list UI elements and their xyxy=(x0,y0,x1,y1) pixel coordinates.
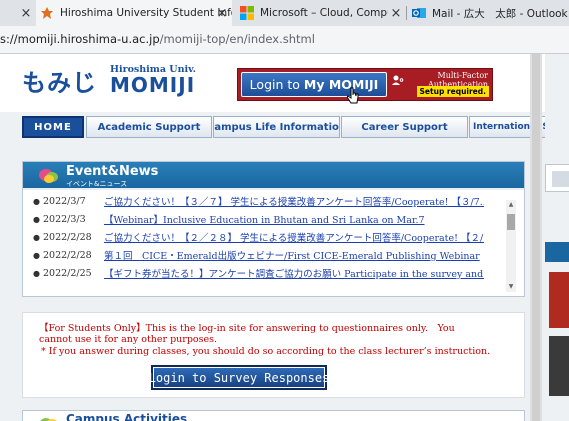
news-date: 2022/3/3 xyxy=(43,213,86,225)
tab-close-button[interactable]: × xyxy=(388,0,406,26)
news-link[interactable]: ご協力ください！【３／７】 学生による授業改善アンケート回答率/Cooperat… xyxy=(104,194,484,208)
news-link[interactable]: 【Webinar】Inclusive Education in Bhutan a… xyxy=(104,212,425,226)
right-sidebar xyxy=(545,54,569,421)
close-icon[interactable]: × xyxy=(18,6,34,21)
browser-tab-momiji[interactable]: Hiroshima University Student Infor xyxy=(36,0,232,26)
url-path: /momiji-top/en/index.shtml xyxy=(159,32,315,46)
notice-students-only: 【For Students Only】This is the log-in si… xyxy=(39,323,455,345)
bullet-icon: ● xyxy=(33,232,40,242)
list-item: ● 2022/3/7 ご協力ください！【３／７】 学生による授業改善アンケート回… xyxy=(23,192,503,210)
notice-class-instruction: * If you answer during classes, you shou… xyxy=(41,346,491,357)
page-scrollbar[interactable] xyxy=(530,54,542,421)
main-nav: HOME Academic Support Campus Life Inform… xyxy=(0,116,569,138)
login-survey-button[interactable]: Login to Survey Responses xyxy=(149,365,329,390)
nav-campus-life[interactable]: Campus Life Information xyxy=(213,116,340,138)
sidebar-banner[interactable] xyxy=(549,272,569,328)
mouse-pointer-icon xyxy=(346,87,361,109)
event-news-header: Event&News イベント&ニュース xyxy=(23,162,524,190)
event-news-title: Event&News xyxy=(66,164,159,179)
nav-career-support[interactable]: Career Support xyxy=(341,116,468,138)
bullet-icon: ● xyxy=(33,250,40,260)
news-date: 2022/2/25 xyxy=(43,267,92,279)
login-banner: Login to My MOMIJI Multi-Factor Authentic… xyxy=(237,68,493,101)
tab-title: Microsoft – Cloud, Computers, Ap xyxy=(260,7,388,19)
momiji-logo[interactable]: もみじ Hiroshima Univ. MOMIJI xyxy=(22,64,196,98)
speech-bubble-icon xyxy=(39,415,59,421)
page-content: もみじ Hiroshima Univ. MOMIJI Login to My MO… xyxy=(0,54,569,421)
outlook-icon xyxy=(412,6,426,20)
bullet-icon: ● xyxy=(33,214,40,224)
close-icon[interactable]: × xyxy=(214,6,230,21)
news-date: 2022/2/28 xyxy=(43,249,92,261)
url-text[interactable]: s://momiji.hiroshima-u.ac.jp/momiji-top/… xyxy=(0,32,315,46)
news-link[interactable]: 第１回 CICE・Emerald出版ウェビナー/First CICE-Emera… xyxy=(104,248,480,262)
campus-activities-title: Campus Activities xyxy=(66,412,188,421)
sidebar-header xyxy=(545,242,569,262)
mfa-line1: Multi-Factor xyxy=(437,71,489,80)
tab-title: Hiroshima University Student Infor xyxy=(60,7,232,19)
speech-bubble-icon xyxy=(39,168,59,184)
list-item: ● 2022/2/25 【ギフト券が当たる！】アンケート調査ご協力のお願い Pa… xyxy=(23,264,503,282)
url-domain: s://momiji.hiroshima-u.ac.jp xyxy=(0,32,160,46)
user-key-icon xyxy=(392,74,404,86)
tab-separator xyxy=(406,6,407,20)
scroll-down-icon[interactable]: ▼ xyxy=(506,282,516,292)
list-item: ● 2022/2/28 ご協力ください！【２／２８】 学生による授業改善アンケー… xyxy=(23,228,503,246)
site-header: もみじ Hiroshima Univ. MOMIJI Login to My MO… xyxy=(0,54,569,112)
tab-close-button[interactable]: × xyxy=(214,0,236,26)
news-link[interactable]: ご協力ください！【２／２８】 学生による授業改善アンケート回答率/Coopera… xyxy=(104,230,484,244)
tab-title: Mail - 広大 太郎 - Outlook xyxy=(432,7,568,20)
sidebar-search-field[interactable] xyxy=(552,171,569,187)
news-date: 2022/3/7 xyxy=(43,195,86,207)
event-news-panel: Event&News イベント&ニュース ● 2022/3/7 ご協力ください！… xyxy=(22,161,525,297)
browser-tab-outlook[interactable]: Mail - 広大 太郎 - Outlook xyxy=(408,0,569,26)
setup-required-badge[interactable]: Setup required. xyxy=(416,86,489,97)
campus-activities-panel: Campus Activities xyxy=(22,410,525,421)
browser-tab-microsoft[interactable]: Microsoft – Cloud, Computers, Ap xyxy=(236,0,388,26)
logo-name: MOMIJI xyxy=(110,73,196,97)
tab-close-button[interactable]: × xyxy=(0,0,36,26)
login-bold: My MOMIJI xyxy=(303,77,379,92)
momiji-leaf-icon xyxy=(40,6,54,20)
news-date: 2022/2/28 xyxy=(43,231,92,243)
survey-notice-panel: 【For Students Only】This is the log-in si… xyxy=(22,312,525,398)
page-scroll-thumb[interactable] xyxy=(532,54,540,421)
event-news-subtitle: イベント&ニュース xyxy=(66,180,128,188)
browser-tab-strip: Hiroshima University Student Infor × × M… xyxy=(0,0,569,26)
bullet-icon: ● xyxy=(33,268,40,278)
login-prefix: Login to xyxy=(249,77,300,92)
scroll-thumb[interactable] xyxy=(507,214,515,230)
scroll-up-icon[interactable]: ▲ xyxy=(506,200,516,210)
sidebar-search-box[interactable] xyxy=(545,164,569,192)
sidebar-banner[interactable] xyxy=(549,336,569,396)
address-bar[interactable]: s://momiji.hiroshima-u.ac.jp/momiji-top/… xyxy=(0,26,569,54)
news-link[interactable]: 【ギフト券が当たる！】アンケート調査ご協力のお願い Participate in… xyxy=(104,266,484,280)
news-scrollbar[interactable]: ▲ ▼ xyxy=(506,200,516,292)
nav-academic-support[interactable]: Academic Support xyxy=(86,116,212,138)
list-item: ● 2022/3/3 【Webinar】Inclusive Education … xyxy=(23,210,503,228)
nav-home[interactable]: HOME xyxy=(22,116,84,138)
logo-japanese: もみじ xyxy=(22,69,97,97)
close-icon[interactable]: × xyxy=(388,6,404,21)
list-item: ● 2022/2/28 第１回 CICE・Emerald出版ウェビナー/Firs… xyxy=(23,246,503,264)
logo-english: Hiroshima Univ. MOMIJI xyxy=(110,64,220,95)
microsoft-logo-icon xyxy=(240,6,254,20)
login-my-momiji-button[interactable]: Login to My MOMIJI xyxy=(241,72,387,97)
bullet-icon: ● xyxy=(33,196,40,206)
